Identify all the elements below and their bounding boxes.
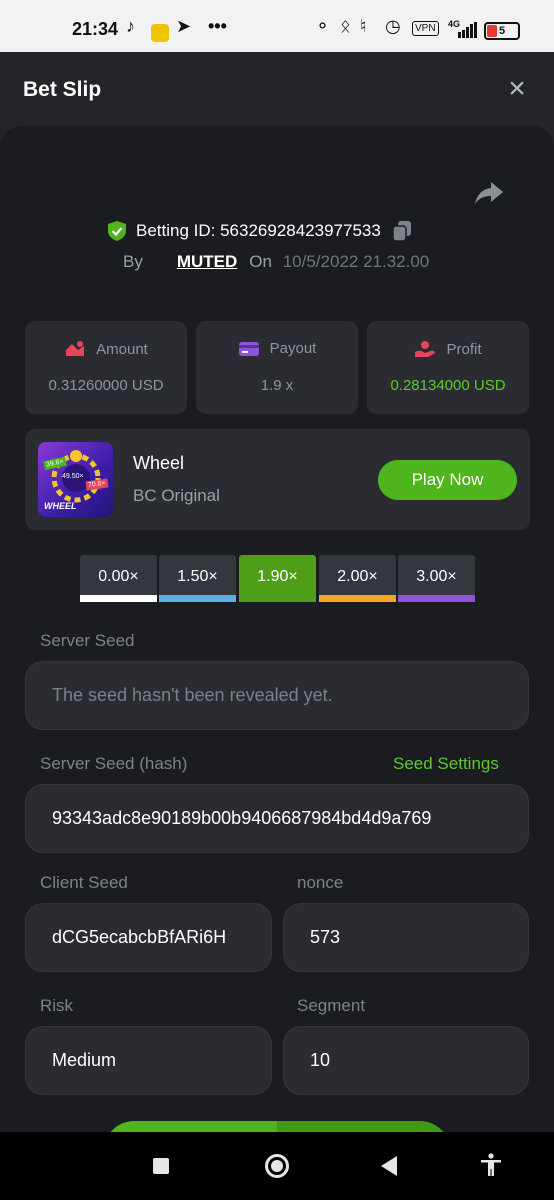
game-subtitle: BC Original	[133, 486, 220, 505]
stat-value: 0.31260000 USD	[48, 377, 164, 394]
segment-label: Segment	[297, 996, 366, 1015]
server-seed-hash-field[interactable]: 93343adc8e90189b00b9406687984bd4d9a769	[25, 784, 529, 853]
more-icon: •••	[208, 16, 227, 36]
game-name: Wheel	[133, 453, 185, 473]
multiplier-color-bar	[398, 595, 475, 602]
play-now-button[interactable]: Play Now	[378, 460, 517, 500]
multiplier-color-bar	[319, 595, 396, 602]
multiplier-chip[interactable]: 0.00×	[80, 555, 157, 602]
share-icon[interactable]	[474, 180, 504, 206]
betting-id-row: Betting ID: 56326928423977533	[107, 218, 412, 244]
bluetooth-icon: ᛟ	[340, 16, 351, 36]
telegram-icon: ➤	[176, 16, 192, 36]
stat-label: Profit	[446, 340, 482, 358]
bet-date: 10/5/2022 21.32.00	[282, 252, 430, 271]
stat-amount: Amount 0.31260000 USD	[25, 321, 187, 414]
mute-icon: ♮	[360, 16, 367, 36]
alarm-icon: ◷	[385, 16, 401, 36]
status-time: 21:34	[72, 19, 119, 39]
multiplier-value: 1.90×	[257, 568, 298, 585]
stat-profit: Profit 0.28134000 USD	[367, 321, 529, 414]
accessibility-icon[interactable]	[480, 1153, 502, 1177]
multiplier-color-bar	[159, 595, 236, 602]
multiplier-value: 1.50×	[177, 568, 218, 585]
server-seed-label: Server Seed	[40, 631, 135, 650]
thumb-text: WHEEL	[44, 501, 77, 511]
nonce-label: nonce	[297, 873, 344, 892]
status-bar: 21:34 ♪ ➤ ••• ⚬ ᛟ ♮ ◷ VPN 4G 5	[0, 0, 554, 52]
stat-value: 1.9 x	[260, 377, 294, 394]
betting-id: Betting ID: 56326928423977533	[136, 221, 381, 240]
client-seed-field[interactable]: dCG5ecabcbBfARi6H	[25, 903, 272, 972]
app-icon	[151, 24, 169, 42]
bet-meta: By MUTED On 10/5/2022 21.32.00	[123, 252, 429, 272]
thumb-badge: 49.50×	[62, 473, 84, 480]
bet-slip-screen: Bet Slip × Betting ID: 56326928423977533…	[0, 52, 554, 1132]
bet-details-panel	[0, 126, 554, 1132]
risk-label: Risk	[40, 996, 74, 1015]
by-label: By	[123, 252, 143, 271]
client-seed-label: Client Seed	[40, 873, 128, 892]
recent-apps-icon[interactable]	[153, 1158, 169, 1174]
multiplier-chip[interactable]: 1.50×	[159, 555, 236, 602]
server-seed-hash-label: Server Seed (hash)	[40, 754, 188, 773]
page-title: Bet Slip	[23, 78, 102, 101]
headphones-icon: ⚬	[315, 16, 331, 36]
battery-level: 5	[498, 25, 506, 37]
nonce-field[interactable]: 573	[283, 903, 529, 972]
stat-value: 0.28134000 USD	[390, 377, 506, 394]
multiplier-color-bar	[80, 595, 157, 602]
seed-settings-link[interactable]: Seed Settings	[393, 754, 499, 774]
signal-icon	[458, 22, 477, 38]
amount-icon	[66, 341, 85, 356]
multiplier-chip-active[interactable]: 1.90×	[239, 555, 316, 602]
battery-icon: 5	[484, 22, 520, 40]
close-icon[interactable]: ×	[504, 74, 530, 104]
tiktok-icon: ♪	[126, 16, 135, 36]
copy-icon[interactable]	[392, 220, 412, 242]
system-nav-bar	[0, 1132, 554, 1200]
back-icon[interactable]	[381, 1156, 397, 1176]
stat-label: Amount	[96, 340, 148, 358]
multiplier-value: 2.00×	[337, 568, 378, 585]
segment-field[interactable]: 10	[283, 1026, 529, 1095]
home-icon[interactable]	[265, 1154, 289, 1178]
verify-button[interactable]	[104, 1121, 450, 1132]
profit-icon	[415, 341, 436, 357]
multiplier-chip[interactable]: 3.00×	[398, 555, 475, 602]
shield-check-icon	[108, 221, 126, 241]
multiplier-value: 0.00×	[98, 568, 139, 585]
on-label: On	[249, 252, 272, 271]
stat-payout: Payout 1.9 x	[196, 321, 358, 414]
wheel-game-thumbnail: 39.6× 49.50× 70.6× WHEEL	[38, 442, 113, 517]
card-icon	[238, 341, 259, 356]
server-seed-field: The seed hasn't been revealed yet.	[25, 661, 529, 730]
risk-field[interactable]: Medium	[25, 1026, 272, 1095]
vpn-icon: VPN	[412, 21, 439, 36]
stat-label: Payout	[269, 340, 317, 357]
username-link[interactable]: MUTED	[177, 252, 237, 271]
multiplier-chip[interactable]: 2.00×	[319, 555, 396, 602]
game-card: 39.6× 49.50× 70.6× WHEEL Wheel BC Origin…	[25, 429, 530, 530]
multiplier-value: 3.00×	[416, 568, 457, 585]
